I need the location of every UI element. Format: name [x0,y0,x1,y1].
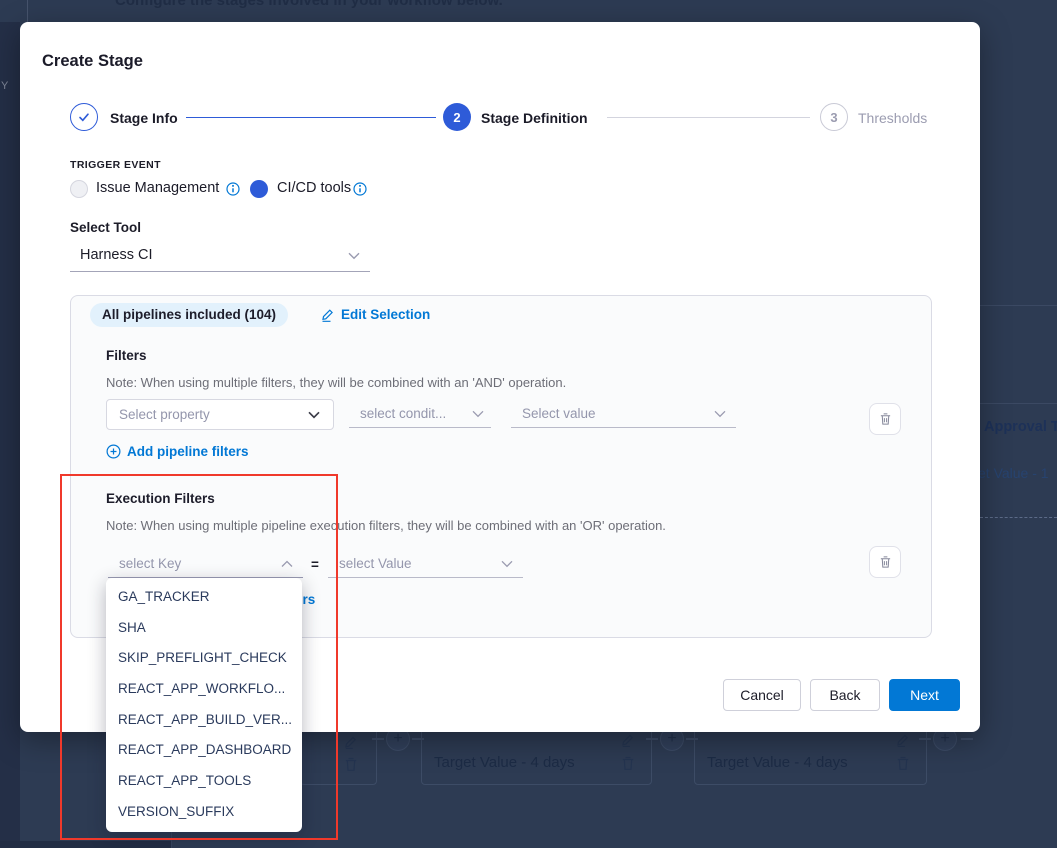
plus-circle-icon [106,444,121,459]
trash-icon [879,412,892,426]
step-number: 2 [453,110,460,125]
background-banner-text: Configure the stages involved in your wo… [115,0,503,9]
step-thresholds[interactable]: 3 [820,103,848,131]
filters-title: Filters [106,348,147,363]
info-icon[interactable] [353,182,367,196]
background-connector [372,738,384,740]
check-icon [77,110,91,124]
add-pipeline-filters-label: Add pipeline filters [127,444,249,459]
filter-condition-placeholder: select condit... [360,406,446,421]
dropdown-option-sha[interactable]: SHA [106,613,302,644]
background-connector [646,738,658,740]
filter-property-select[interactable]: Select property [106,399,334,430]
execution-filters-note: Note: When using multiple pipeline execu… [106,518,666,533]
step-stage-definition[interactable]: 2 [443,103,471,131]
dropdown-option-react-app-workflow[interactable]: REACT_APP_WORKFLO... [106,674,302,705]
delete-execution-filter-button[interactable] [869,546,901,578]
chevron-down-icon [501,560,514,569]
background-connector [961,738,973,740]
delete-filter-button[interactable] [869,403,901,435]
chevron-down-icon [714,410,727,419]
step-number: 3 [830,110,837,125]
dropdown-option-version-suffix[interactable]: VERSION_SUFFIX [106,797,302,828]
step-thresholds-label: Thresholds [858,110,927,126]
trash-icon [879,555,892,569]
background-left-sidebar [0,22,20,848]
modal-title: Create Stage [42,52,143,71]
filter-value-select[interactable]: Select value [511,402,736,428]
next-button[interactable]: Next [889,679,960,711]
background-bottom-edge [0,841,171,848]
radio-cicd-tools-label: CI/CD tools [277,180,351,196]
background-sidebar-letter: Y [1,80,8,92]
filter-condition-select[interactable]: select condit... [349,402,491,428]
tool-select-value: Harness CI [80,247,153,263]
dropdown-option-ga-tracker[interactable]: GA_TRACKER [106,582,302,613]
info-icon[interactable] [226,182,240,196]
background-card: Target Value - 4 days [421,727,652,785]
step-stage-info[interactable] [70,103,98,131]
execution-filters-title: Execution Filters [106,491,215,506]
radio-issue-management[interactable] [70,180,88,198]
stepper-connector [607,117,810,118]
trigger-event-label: TRIGGER EVENT [70,159,161,171]
edit-icon [344,735,358,749]
stepper-connector [186,117,436,118]
background-connector [919,738,931,740]
step-stage-info-label: Stage Info [110,110,178,126]
background-line [980,403,1057,404]
background-column-row: et Value - 1 [978,465,1049,481]
chevron-down-icon [348,252,361,261]
background-dashed-line [980,517,1057,518]
pipelines-included-badge[interactable]: All pipelines included (104) [90,303,288,327]
background-card-label: Target Value - 4 days [434,754,575,771]
dropdown-option-skip-preflight-check[interactable]: SKIP_PREFLIGHT_CHECK [106,643,302,674]
edit-icon [896,733,910,747]
background-card-label: Target Value - 4 days [707,754,848,771]
dropdown-option-react-app-dashboard[interactable]: REACT_APP_DASHBOARD [106,735,302,766]
filter-property-placeholder: Select property [119,407,210,422]
trash-icon [621,756,635,771]
filters-note: Note: When using multiple filters, they … [106,375,566,390]
edit-icon [621,733,635,747]
execution-value-select[interactable]: select Value [328,552,523,578]
dropdown-option-react-app-tools[interactable]: REACT_APP_TOOLS [106,766,302,797]
chevron-up-icon [281,560,294,569]
equals-sign: = [311,557,319,572]
filter-value-placeholder: Select value [522,406,596,421]
dropdown-option-react-app-build-ver[interactable]: REACT_APP_BUILD_VER... [106,705,302,736]
background-card-partial [300,727,377,785]
add-pipeline-filters-link[interactable]: Add pipeline filters [106,444,249,459]
back-button[interactable]: Back [810,679,880,711]
edit-selection-label: Edit Selection [341,307,430,322]
background-divider [27,0,28,22]
radio-issue-management-label: Issue Management [96,180,219,196]
chevron-down-icon [472,410,485,419]
select-tool-label: Select Tool [70,220,141,235]
trash-icon [896,756,910,771]
background-column-header: Approval Ti [984,419,1057,435]
step-stage-definition-label: Stage Definition [481,110,588,126]
background-card: Target Value - 4 days [694,727,927,785]
background-line [980,305,1057,306]
trash-icon [344,757,358,772]
radio-cicd-tools[interactable] [250,180,268,198]
cancel-button[interactable]: Cancel [723,679,801,711]
edit-selection-link[interactable]: Edit Selection [321,307,430,322]
tool-select[interactable]: Harness CI [70,240,370,272]
chevron-down-icon [308,411,321,420]
execution-key-select[interactable]: select Key [108,552,303,578]
execution-value-placeholder: select Value [339,556,412,571]
edit-icon [321,308,335,322]
key-select-dropdown: GA_TRACKER SHA SKIP_PREFLIGHT_CHECK REAC… [106,578,302,832]
execution-key-placeholder: select Key [119,556,181,571]
